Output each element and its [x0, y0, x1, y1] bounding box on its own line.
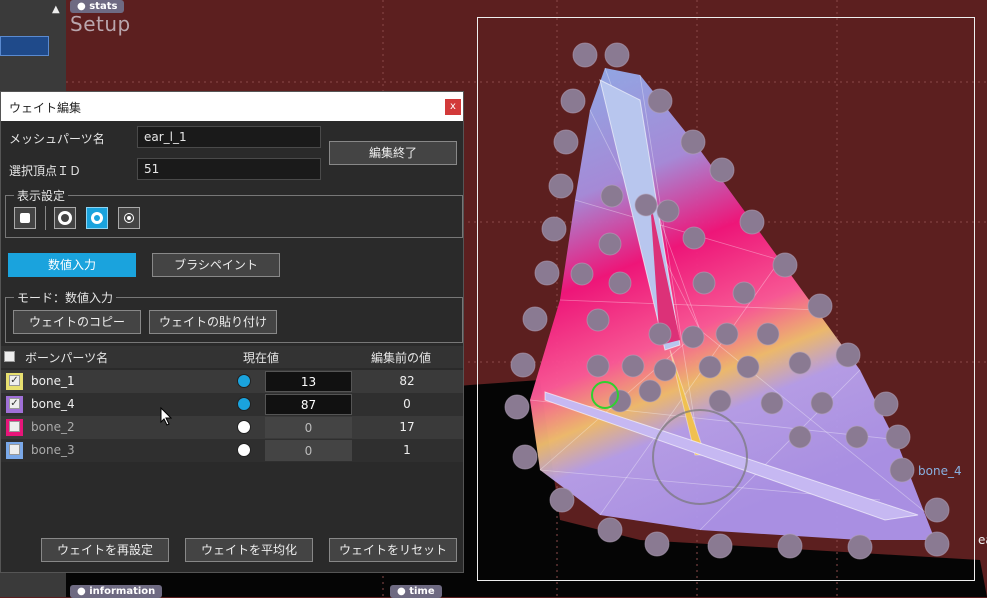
selection-frame	[477, 17, 975, 581]
previous-value: 0	[353, 394, 461, 415]
bone-name: bone_4	[31, 397, 75, 411]
bone-color-swatch: ✓	[6, 373, 23, 390]
previous-value: 82	[353, 371, 461, 392]
divider	[45, 206, 46, 230]
stats-tag-label: stats	[89, 1, 118, 12]
col-bone-header: ボーンパーツ名	[25, 351, 109, 365]
lock-dot-icon[interactable]	[237, 397, 251, 411]
table-row[interactable]: ✓ bone_1 13 82	[1, 370, 463, 393]
reset-weight-button[interactable]: ウェイトを再設定	[41, 538, 169, 562]
vertex-id-field[interactable]: 51	[137, 158, 321, 180]
paste-weight-button[interactable]: ウェイトの貼り付け	[149, 310, 277, 334]
weight-circle-icon[interactable]	[86, 207, 108, 229]
lock-dot-icon[interactable]	[237, 374, 251, 388]
table-header: ボーンパーツ名 現在値 編集前の値	[1, 346, 463, 368]
vertex-display-icon[interactable]	[14, 207, 36, 229]
bone-checkbox[interactable]: ✓	[9, 398, 20, 409]
col-before-header: 編集前の値	[371, 351, 432, 365]
table-row[interactable]: bone_2 0 17	[1, 416, 463, 439]
information-tag[interactable]: ● information	[70, 585, 163, 598]
information-tag-label: information	[89, 586, 156, 597]
edge-label: ea	[978, 533, 987, 547]
select-all-checkbox[interactable]	[4, 351, 15, 362]
current-value-field[interactable]: 13	[265, 371, 352, 392]
bone-name: bone_1	[31, 374, 75, 388]
bone-checkbox[interactable]: ✓	[9, 375, 20, 386]
current-value-field[interactable]: 0	[265, 417, 352, 438]
dialog-title: ウェイト編集	[9, 101, 82, 115]
mode-group: モード：数値入力 ウェイトのコピー ウェイトの貼り付け	[5, 289, 463, 343]
close-button[interactable]: x	[445, 99, 461, 115]
numeric-input-button[interactable]: 数値入力	[8, 253, 136, 277]
bone-checkbox[interactable]	[9, 421, 20, 432]
mouse-cursor-icon	[160, 407, 173, 426]
dialog-titlebar[interactable]: ウェイト編集 x	[1, 92, 463, 121]
bone-color-swatch	[6, 419, 23, 436]
mode-title: モード：数値入力	[14, 289, 117, 306]
copy-weight-button[interactable]: ウェイトのコピー	[13, 310, 141, 334]
bone-name: bone_2	[31, 420, 75, 434]
vertex-id-label: 選択頂点ＩＤ	[9, 164, 82, 178]
previous-value: 1	[353, 440, 461, 461]
brush-paint-button[interactable]: ブラシペイント	[152, 253, 280, 277]
previous-value: 17	[353, 417, 461, 438]
time-tag[interactable]: ● time	[390, 585, 442, 598]
display-settings-group: 表示設定	[5, 187, 463, 238]
bone-color-swatch	[6, 442, 23, 459]
table-row[interactable]: bone_3 0 1	[1, 439, 463, 462]
bone-color-swatch: ✓	[6, 396, 23, 413]
bone-checkbox[interactable]	[9, 444, 20, 455]
mesh-part-field[interactable]: ear_l_1	[137, 126, 321, 148]
lock-dot-icon[interactable]	[237, 420, 251, 434]
bone-name: bone_3	[31, 443, 75, 457]
current-value-field[interactable]: 0	[265, 440, 352, 461]
setup-title: Setup	[70, 12, 131, 36]
bone-label: bone_4	[918, 464, 962, 478]
mesh-part-label: メッシュパーツ名	[9, 132, 105, 146]
current-value-field[interactable]: 87	[265, 394, 352, 415]
weight-edit-dialog: ウェイト編集 x メッシュパーツ名 ear_l_1 選択頂点ＩＤ 51 編集終了…	[0, 91, 464, 573]
weight-ring-icon[interactable]	[54, 207, 76, 229]
clear-weight-button[interactable]: ウェイトをリセット	[329, 538, 457, 562]
display-settings-title: 表示設定	[14, 187, 69, 204]
weight-dot-icon[interactable]	[118, 207, 140, 229]
table-row[interactable]: ✓ bone_4 87 0	[1, 393, 463, 416]
col-current-header: 現在値	[243, 351, 280, 365]
time-tag-label: time	[409, 586, 435, 597]
average-weight-button[interactable]: ウェイトを平均化	[185, 538, 313, 562]
finish-edit-button[interactable]: 編集終了	[329, 141, 457, 165]
lock-dot-icon[interactable]	[237, 443, 251, 457]
